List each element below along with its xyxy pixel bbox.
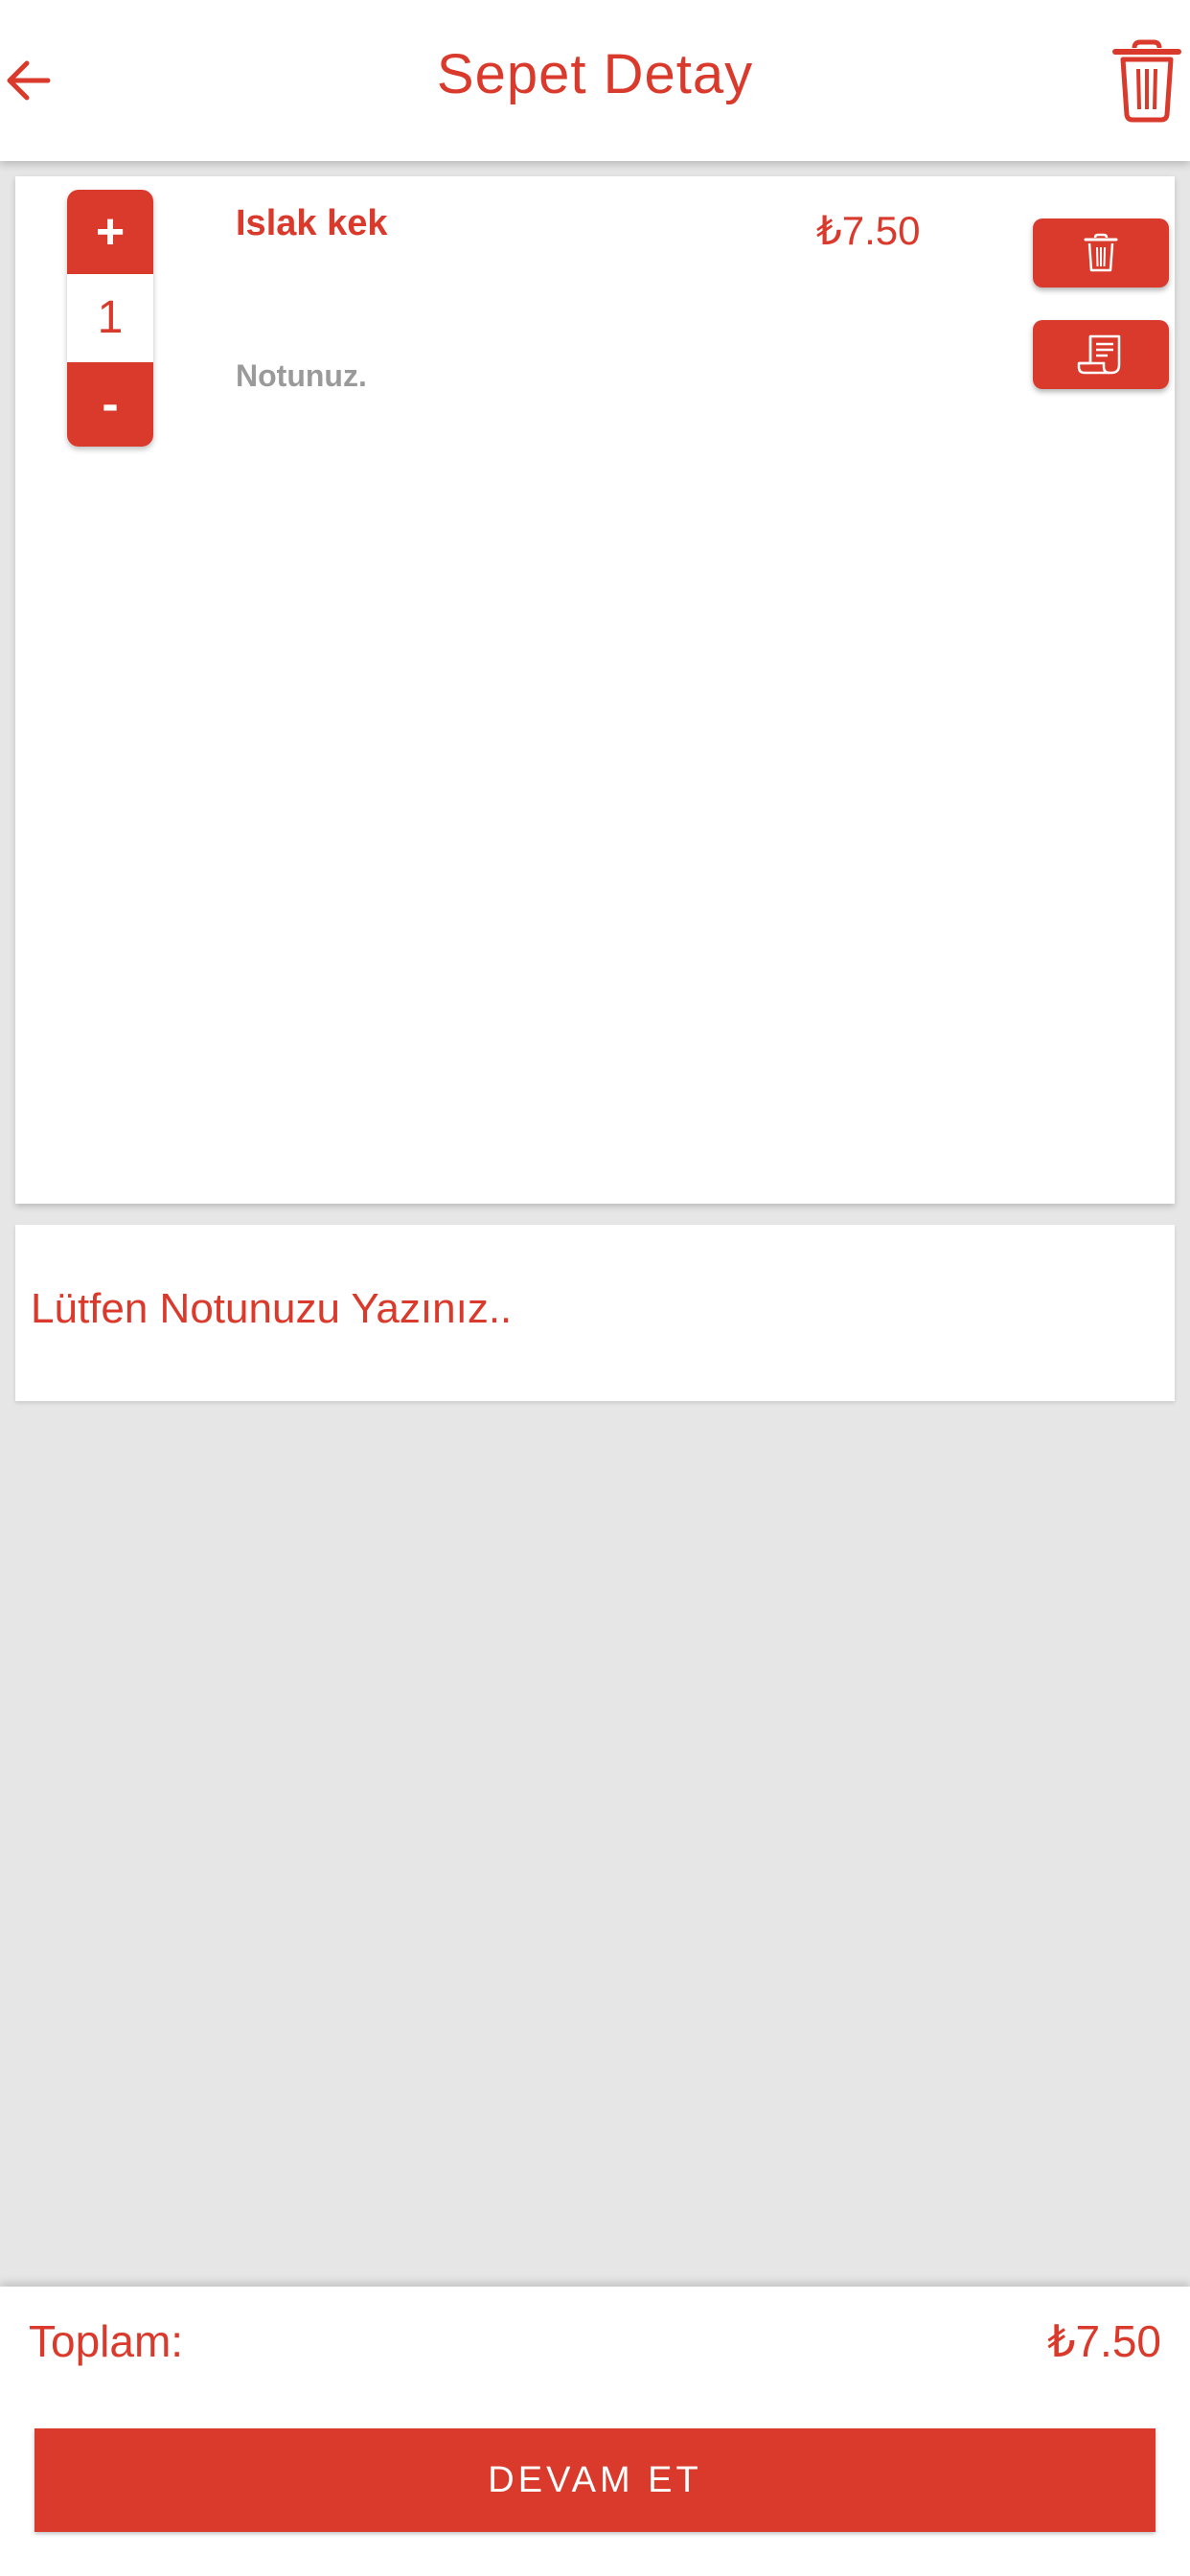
checkout-footer: Toplam: ₺7.50 DEVAM ET: [0, 2287, 1190, 2576]
edit-note-button[interactable]: [1033, 320, 1169, 389]
decrement-button[interactable]: -: [67, 362, 153, 447]
item-name: Islak kek: [236, 203, 388, 243]
order-note-box: [15, 1225, 1175, 1401]
item-price: ₺7.50: [816, 208, 921, 253]
total-label: Toplam:: [29, 2316, 184, 2366]
delete-item-button[interactable]: [1033, 218, 1169, 288]
item-note: Notunuz.: [236, 358, 367, 393]
trash-icon: [1112, 39, 1181, 123]
increment-button[interactable]: +: [67, 190, 153, 274]
order-note-input[interactable]: [29, 1275, 1154, 1344]
trash-icon: [1084, 233, 1118, 272]
continue-button[interactable]: DEVAM ET: [34, 2428, 1156, 2532]
quantity-value: 1: [97, 292, 124, 343]
clear-cart-button[interactable]: [1110, 38, 1184, 123]
page-title: Sepet Detay: [436, 43, 754, 105]
cart-items-card: + 1 - Islak kek ₺7.50 Notunuz.: [15, 176, 1175, 1204]
app-header: Sepet Detay: [0, 0, 1190, 161]
quantity-stepper: + 1 -: [67, 190, 153, 447]
receipt-note-icon: [1077, 334, 1121, 375]
total-value: ₺7.50: [1047, 2316, 1161, 2366]
